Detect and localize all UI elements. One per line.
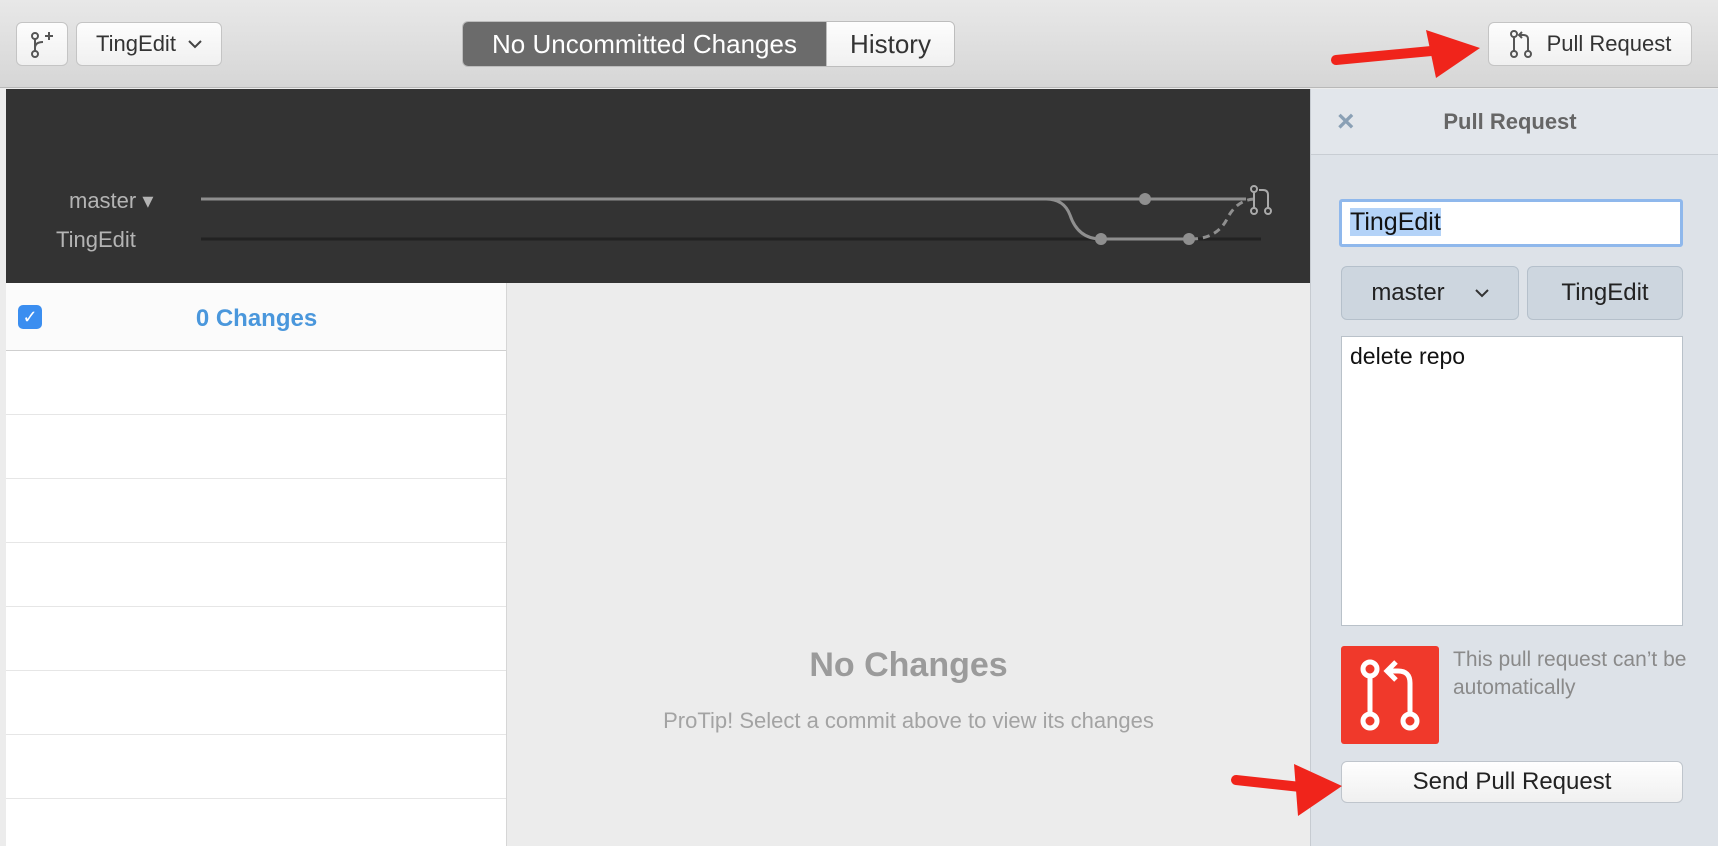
head-branch-text: TingEdit [1561,279,1649,306]
empty-state-protip: ProTip! Select a commit above to view it… [663,708,1154,733]
pull-request-warning-icon [1360,659,1420,731]
annotation-arrow-icon [1231,764,1342,816]
changes-list-header: ✓ 0 Changes [6,283,506,351]
chevron-down-icon [1474,289,1489,298]
base-branch-label: master [1371,279,1445,306]
empty-state-title: No Changes [809,646,1008,684]
commit-dot [1139,193,1151,205]
base-branch-selector[interactable]: master [1341,266,1519,320]
changes-count: 0 Changes [195,305,318,332]
view-mode-segmented-control: No Uncommitted Changes History [462,21,955,67]
tab-history-label: History [850,28,931,59]
pull-request-graph-icon [1250,185,1272,215]
pull-request-button-label: Pull Request [1546,31,1672,56]
pull-request-title-value: TingEdit [1350,208,1441,236]
list-item [6,479,506,543]
pull-request-title-field[interactable]: TingEdit [1339,199,1683,247]
list-item [6,351,506,415]
send-pull-request-label: Send Pull Request [1412,768,1612,795]
tab-uncommitted-changes[interactable]: No Uncommitted Changes [463,22,826,66]
tab-history[interactable]: History [826,22,954,66]
head-branch-label: TingEdit [1527,266,1683,320]
pull-request-description-field[interactable]: delete repo [1341,336,1683,626]
list-item [6,607,506,671]
create-branch-button[interactable] [16,22,68,66]
pull-request-button[interactable]: Pull Request [1488,22,1692,66]
list-item [6,671,506,735]
branch-graph: master ▾ TingEdit [6,89,1310,283]
merge-warning-text: This pull request can’t be automatically [1453,648,1687,699]
changes-list: ✓ 0 Changes [6,283,507,846]
chevron-down-icon [188,40,202,49]
pull-request-icon [1509,30,1532,58]
annotation-arrow-icon [1331,30,1480,78]
merge-conflict-icon [1341,646,1439,744]
tab-uncommitted-changes-label: No Uncommitted Changes [492,28,797,59]
commit-dot [1095,233,1107,245]
branch-selector-label: TingEdit [96,31,176,56]
branch-selector[interactable]: TingEdit [76,22,222,66]
pull-request-panel-header: × Pull Request [1311,89,1718,155]
list-item [6,735,506,799]
window-title-fragment [474,0,934,2]
pull-request-panel-title: Pull Request [1443,109,1577,134]
commit-dot [1183,233,1195,245]
send-pull-request-button[interactable]: Send Pull Request [1341,761,1683,803]
list-item [6,543,506,607]
commit-graph-lines [201,185,1272,245]
list-item [6,415,506,479]
pull-request-panel: × Pull Request TingEdit master TingEdit … [1310,89,1718,846]
pull-request-description-value: delete repo [1350,343,1466,369]
diff-view: No Changes ProTip! Select a commit above… [507,283,1310,846]
branch-add-icon [31,32,53,58]
